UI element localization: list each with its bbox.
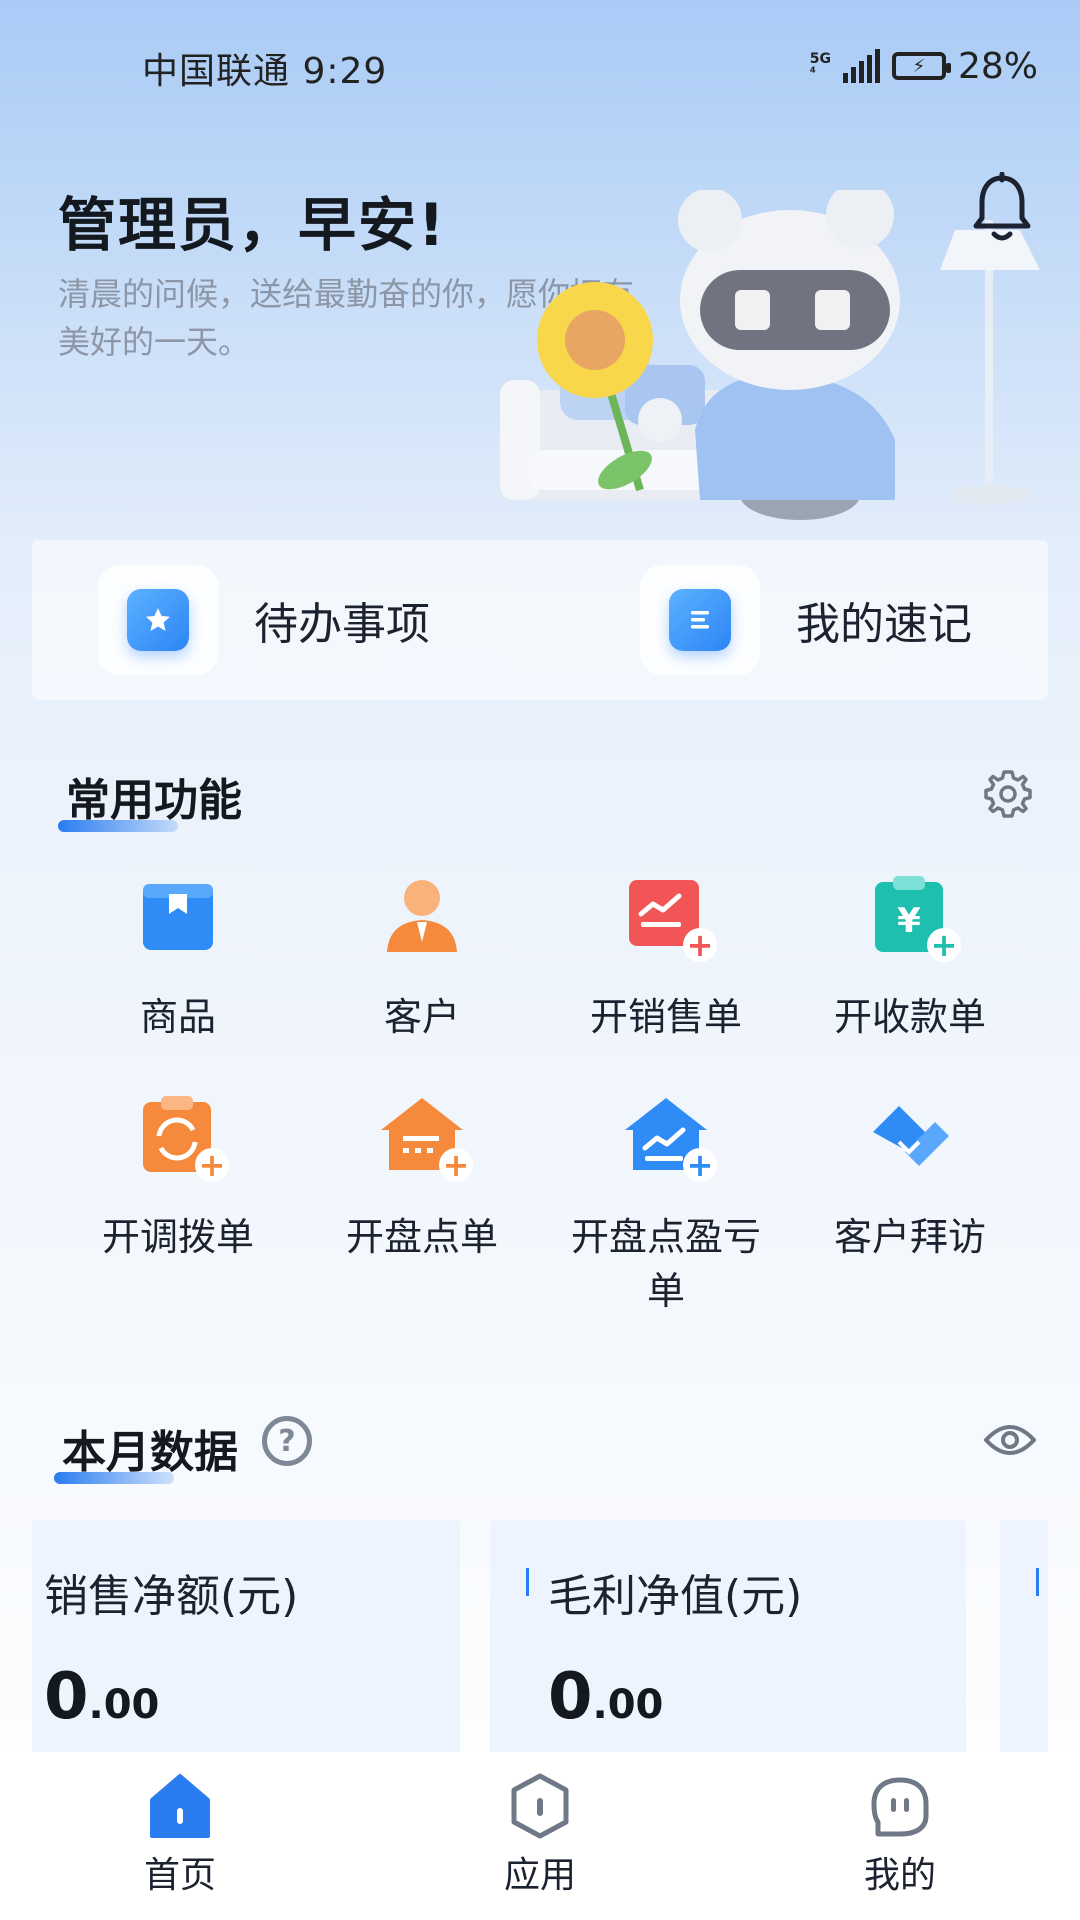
function-product[interactable]: 商品 bbox=[56, 870, 300, 1044]
quick-action-notes[interactable]: 我的速记 bbox=[640, 562, 972, 678]
transfer-order-add-icon: + bbox=[133, 1090, 229, 1182]
data-card-label: 销售净额(元) bbox=[44, 1571, 299, 1622]
quick-action-todo[interactable]: 待办事项 bbox=[98, 562, 430, 678]
visibility-eye-icon[interactable] bbox=[982, 1418, 1038, 1462]
function-stocktake-profit-loss[interactable]: + 开盘点盈亏单 bbox=[544, 1090, 788, 1318]
nav-item-profile[interactable]: 我的 bbox=[800, 1770, 1000, 1898]
home-icon bbox=[150, 1774, 210, 1838]
signal-icon bbox=[842, 49, 880, 83]
product-box-icon bbox=[143, 884, 213, 950]
quick-actions-card: 待办事项 我的速记 bbox=[32, 540, 1048, 700]
network-type: 5G ⁴ bbox=[809, 51, 831, 81]
carrier-time: 中国联通 9:29 bbox=[142, 51, 388, 92]
nav-label: 首页 bbox=[143, 1855, 216, 1896]
customer-person-icon bbox=[387, 880, 457, 952]
status-icons: 5G ⁴ ⚡ 28% bbox=[810, 42, 1038, 90]
nav-label: 应用 bbox=[503, 1855, 576, 1896]
nav-item-apps[interactable]: 应用 bbox=[440, 1770, 640, 1898]
function-label: 开盘点盈亏单 bbox=[570, 1215, 761, 1313]
quick-action-label: 待办事项 bbox=[254, 599, 430, 650]
function-label: 商品 bbox=[139, 995, 216, 1039]
function-label: 开调拨单 bbox=[101, 1215, 254, 1259]
status-bar: 中国联通 9:29 5G ⁴ ⚡ 28% bbox=[0, 0, 1080, 130]
notes-icon bbox=[669, 589, 731, 651]
common-functions-title: 常用功能 bbox=[58, 764, 242, 832]
receipt-add-icon: ¥ + bbox=[865, 870, 961, 962]
data-card-net-sales[interactable]: 销售净额(元) 0.00 bbox=[32, 1520, 460, 1760]
sales-order-add-icon: + bbox=[621, 870, 717, 962]
data-card-gross-profit[interactable]: 毛利净值(元) 0.00 bbox=[490, 1520, 966, 1760]
function-transfer-order[interactable]: + 开调拨单 bbox=[56, 1090, 300, 1264]
card-divider-marker bbox=[526, 1568, 529, 1596]
settings-gear-icon[interactable] bbox=[982, 768, 1034, 820]
data-card-value: 0.00 bbox=[548, 1660, 664, 1734]
battery-percent: 28% bbox=[957, 45, 1038, 87]
star-icon bbox=[127, 589, 189, 651]
function-label: 开盘点单 bbox=[345, 1215, 498, 1259]
monthly-data-title: 本月数据 bbox=[54, 1416, 238, 1484]
profile-icon bbox=[871, 1777, 929, 1837]
nav-item-home[interactable]: 首页 bbox=[80, 1770, 280, 1898]
function-stocktake-order[interactable]: + 开盘点单 bbox=[300, 1090, 544, 1264]
function-label: 客户 bbox=[383, 995, 460, 1039]
greeting-title: 管理员，早安! bbox=[58, 191, 447, 259]
nav-label: 我的 bbox=[863, 1855, 936, 1896]
bottom-nav: 首页 应用 我的 bbox=[0, 1752, 1080, 1920]
data-card-value: 0.00 bbox=[44, 1660, 160, 1734]
svg-text:¥: ¥ bbox=[897, 901, 921, 941]
data-card-label: 毛利净值(元) bbox=[548, 1571, 803, 1622]
function-label: 开收款单 bbox=[833, 995, 986, 1039]
function-customer[interactable]: 客户 bbox=[300, 870, 544, 1044]
function-customer-visit[interactable]: 客户拜访 bbox=[788, 1090, 1032, 1264]
apps-icon bbox=[511, 1773, 569, 1839]
customer-visit-icon bbox=[873, 1106, 949, 1166]
card-divider-marker bbox=[1036, 1568, 1039, 1596]
function-sales-order[interactable]: + 开销售单 bbox=[544, 870, 788, 1044]
notification-bell-icon[interactable] bbox=[970, 172, 1034, 244]
data-card-next-partial[interactable] bbox=[1000, 1520, 1048, 1760]
stocktake-profit-loss-add-icon: + bbox=[621, 1090, 717, 1182]
help-question-icon[interactable]: ? bbox=[262, 1416, 312, 1466]
stocktake-add-icon: + bbox=[377, 1090, 473, 1182]
function-label: 客户拜访 bbox=[833, 1215, 986, 1259]
function-receipt-order[interactable]: ¥ + 开收款单 bbox=[788, 870, 1032, 1044]
quick-action-label: 我的速记 bbox=[796, 599, 972, 650]
function-label: 开销售单 bbox=[589, 995, 742, 1039]
battery-icon: ⚡ bbox=[891, 52, 951, 80]
